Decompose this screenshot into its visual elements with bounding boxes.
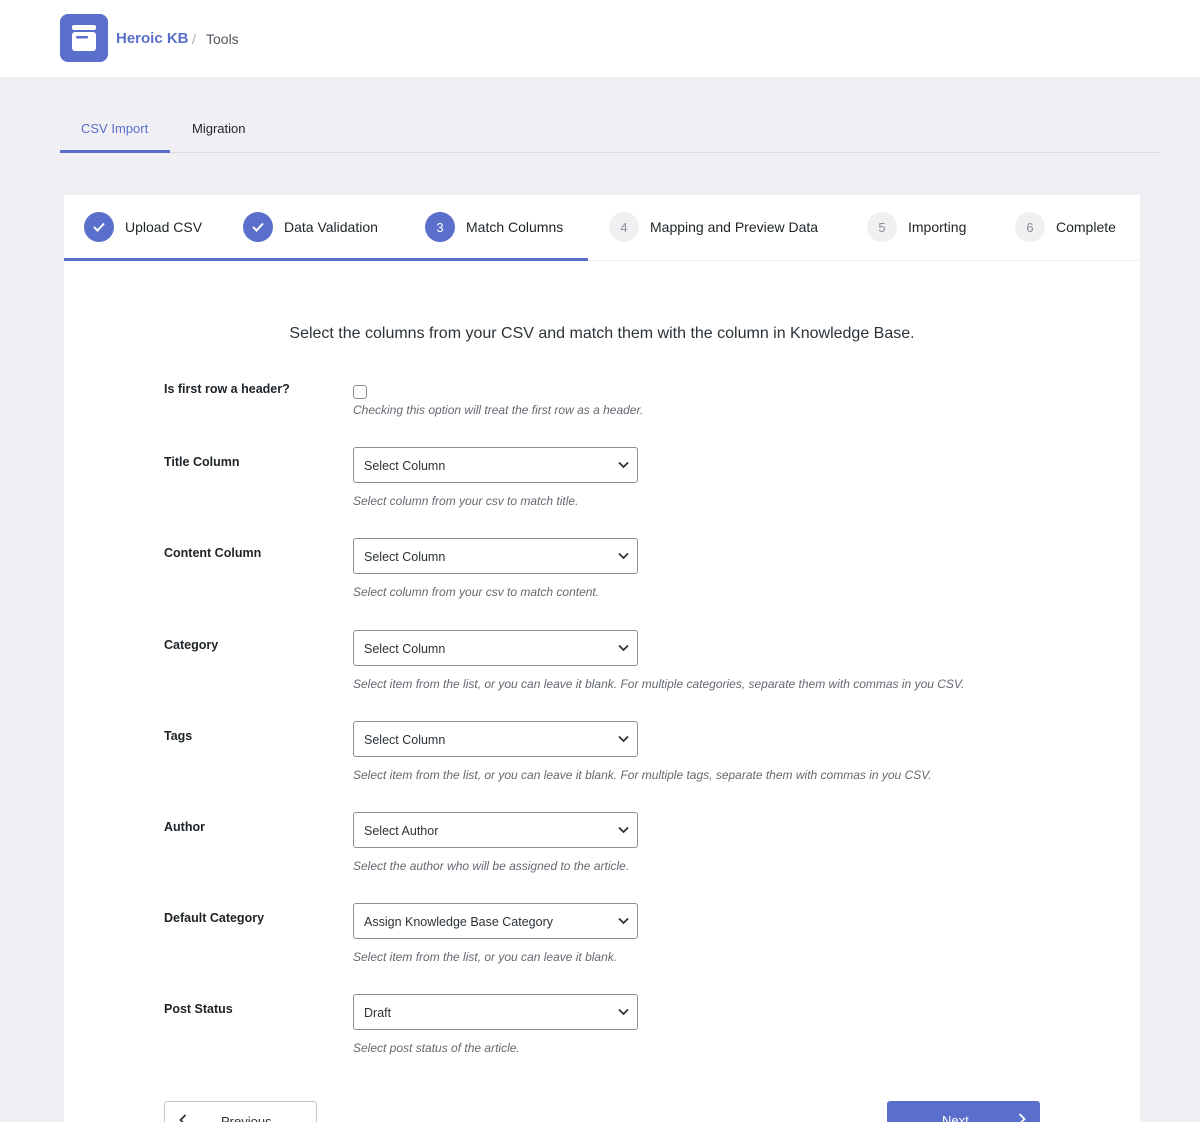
step-number: 6 bbox=[1015, 212, 1045, 242]
field-label: Is first row a header? bbox=[164, 382, 290, 396]
next-button[interactable]: Next bbox=[887, 1101, 1040, 1122]
content-column-select[interactable]: Select Column bbox=[353, 538, 638, 574]
select-value: Draft bbox=[364, 1006, 392, 1020]
select-value: Select Column bbox=[364, 733, 446, 747]
breadcrumb-page: Tools bbox=[206, 31, 239, 47]
tab-csv-import[interactable]: CSV Import bbox=[81, 121, 148, 136]
step-number: 5 bbox=[867, 212, 897, 242]
step-progress-indicator bbox=[64, 258, 588, 261]
field-label: Content Column bbox=[164, 546, 262, 560]
field-label: Title Column bbox=[164, 455, 240, 469]
field-label: Post Status bbox=[164, 1002, 233, 1016]
chevron-left-icon bbox=[179, 1114, 187, 1122]
top-bar: Heroic KB / Tools bbox=[0, 0, 1200, 77]
first-row-header-checkbox[interactable] bbox=[353, 385, 367, 399]
step-mapping-preview[interactable]: 4 Mapping and Preview Data bbox=[609, 212, 818, 242]
select-value: Assign Knowledge Base Category bbox=[364, 915, 554, 929]
post-status-select[interactable]: Draft bbox=[353, 994, 638, 1030]
step-label: Mapping and Preview Data bbox=[650, 219, 819, 235]
next-button-label: Next bbox=[942, 1113, 969, 1122]
select-value: Select Column bbox=[364, 550, 446, 564]
previous-button-label: Previous bbox=[221, 1114, 272, 1122]
tool-tabs: CSV Import Migration bbox=[60, 105, 1160, 153]
field-help: Select item from the list, or you can le… bbox=[353, 768, 932, 782]
step-label: Upload CSV bbox=[125, 219, 203, 235]
active-tab-indicator bbox=[60, 150, 170, 153]
chevron-down-icon bbox=[618, 1008, 629, 1016]
tab-migration[interactable]: Migration bbox=[192, 121, 245, 136]
step-label: Data Validation bbox=[284, 219, 378, 235]
tags-select[interactable]: Select Column bbox=[353, 721, 638, 757]
import-wizard-card: Upload CSV Data Validation 3 Match Colum… bbox=[64, 195, 1140, 1122]
default-category-select[interactable]: Assign Knowledge Base Category bbox=[353, 903, 638, 939]
step-data-validation[interactable]: Data Validation bbox=[243, 212, 378, 242]
field-label: Category bbox=[164, 638, 219, 652]
breadcrumb-separator: / bbox=[192, 31, 196, 47]
field-label: Author bbox=[164, 820, 205, 834]
field-help: Select column from your csv to match con… bbox=[353, 585, 600, 599]
chevron-down-icon bbox=[618, 461, 629, 469]
author-select[interactable]: Select Author bbox=[353, 812, 638, 848]
previous-button[interactable]: Previous bbox=[164, 1101, 317, 1122]
step-match-columns[interactable]: 3 Match Columns bbox=[425, 212, 563, 242]
select-value: Select Column bbox=[364, 642, 446, 656]
step-complete[interactable]: 6 Complete bbox=[1015, 212, 1116, 242]
step-number: 3 bbox=[425, 212, 455, 242]
brand-name[interactable]: Heroic KB bbox=[116, 30, 189, 47]
check-icon bbox=[84, 212, 114, 242]
chevron-down-icon bbox=[618, 644, 629, 652]
field-help: Select post status of the article. bbox=[353, 1041, 520, 1055]
step-label: Complete bbox=[1056, 219, 1116, 235]
select-value: Select Column bbox=[364, 459, 446, 473]
step-label: Match Columns bbox=[466, 219, 564, 235]
field-help: Checking this option will treat the firs… bbox=[353, 403, 644, 417]
category-select[interactable]: Select Column bbox=[353, 630, 638, 666]
chevron-down-icon bbox=[618, 826, 629, 834]
step-number: 4 bbox=[609, 212, 639, 242]
step-upload-csv[interactable]: Upload CSV bbox=[84, 212, 202, 242]
field-help: Select column from your csv to match tit… bbox=[353, 494, 579, 508]
check-icon bbox=[243, 212, 273, 242]
field-help: Select item from the list, or you can le… bbox=[353, 677, 965, 691]
chevron-down-icon bbox=[618, 552, 629, 560]
match-columns-intro: Select the columns from your CSV and mat… bbox=[289, 325, 915, 342]
field-help: Select the author who will be assigned t… bbox=[353, 859, 630, 873]
chevron-down-icon bbox=[618, 917, 629, 925]
field-label: Tags bbox=[164, 729, 193, 743]
wizard-steps: Upload CSV Data Validation 3 Match Colum… bbox=[64, 195, 1140, 261]
chevron-right-icon bbox=[1018, 1113, 1026, 1122]
heroic-kb-logo-icon[interactable] bbox=[60, 14, 108, 62]
select-value: Select Author bbox=[364, 824, 439, 838]
title-column-select[interactable]: Select Column bbox=[353, 447, 638, 483]
step-label: Importing bbox=[908, 219, 967, 235]
chevron-down-icon bbox=[618, 735, 629, 743]
field-label: Default Category bbox=[164, 911, 265, 925]
field-help: Select item from the list, or you can le… bbox=[353, 950, 618, 964]
step-importing[interactable]: 5 Importing bbox=[867, 212, 966, 242]
